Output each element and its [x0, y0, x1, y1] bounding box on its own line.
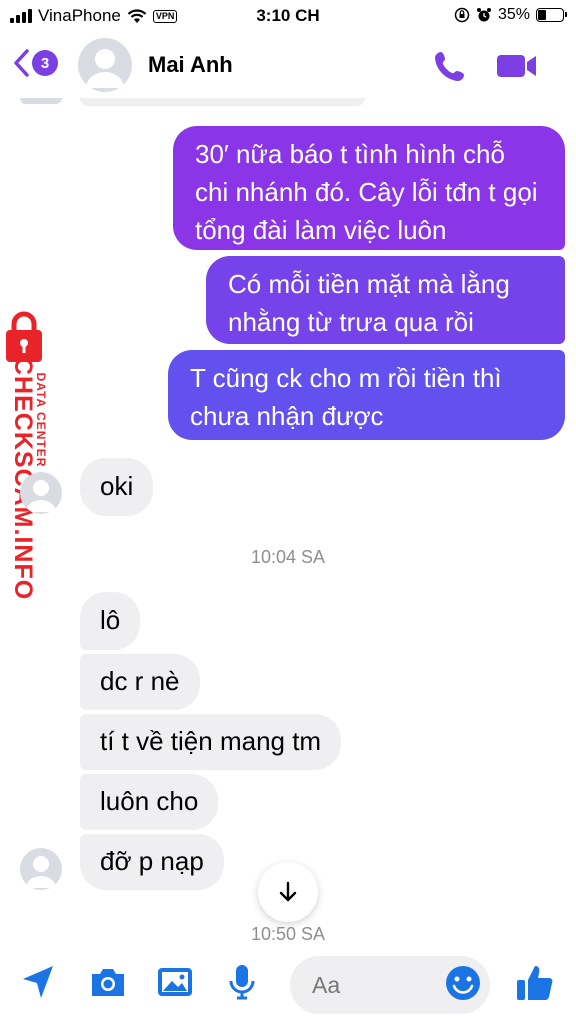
battery-icon — [536, 8, 567, 22]
received-message[interactable]: lô — [80, 592, 141, 650]
sent-message[interactable]: 30′ nữa báo t tình hình chỗ chi nhánh đó… — [173, 126, 565, 250]
status-bar: VinaPhone VPN 3:10 CH 35% — [0, 0, 576, 34]
orientation-lock-icon — [454, 7, 470, 23]
battery-percent: 35% — [497, 6, 530, 23]
back-button[interactable]: 3 — [12, 48, 58, 78]
received-message[interactable]: đỡ p nạp — [80, 834, 224, 890]
contact-name[interactable]: Mai Anh — [148, 52, 233, 78]
unread-badge: 3 — [32, 50, 58, 76]
received-message[interactable]: tí t về tiện mang tm — [80, 714, 342, 770]
default-avatar-icon — [26, 856, 56, 888]
status-right: 35% — [454, 6, 567, 24]
chat-header: 3 Mai Anh — [0, 34, 576, 98]
camera-icon[interactable] — [88, 962, 128, 1002]
contact-avatar[interactable] — [78, 38, 132, 92]
default-avatar-icon — [26, 480, 56, 512]
received-message[interactable]: oki — [80, 458, 154, 516]
thumbs-up-icon[interactable] — [514, 962, 556, 1004]
microphone-icon[interactable] — [226, 962, 258, 1002]
scroll-to-bottom-button[interactable] — [258, 862, 318, 922]
emoji-icon[interactable] — [444, 964, 482, 1002]
received-message[interactable]: dc r nè — [80, 654, 200, 710]
gallery-icon[interactable] — [156, 962, 194, 1002]
contact-avatar-small[interactable] — [20, 472, 62, 514]
arrow-down-icon — [279, 881, 297, 902]
default-avatar-icon — [86, 49, 124, 88]
partial-avatar-top — [20, 98, 62, 104]
sent-message[interactable]: Có mỗi tiền mặt mà lằng nhằng từ trưa qu… — [206, 256, 565, 344]
watermark-subtitle: DATA CENTER — [34, 372, 48, 468]
alarm-icon — [476, 8, 491, 22]
partial-message-top — [80, 98, 365, 106]
timestamp: 10:50 SA — [250, 924, 326, 944]
contact-avatar-small[interactable] — [20, 848, 62, 890]
received-message[interactable]: luôn cho — [80, 774, 219, 830]
video-call-icon[interactable] — [496, 48, 538, 84]
phone-call-icon[interactable] — [432, 48, 468, 84]
location-send-icon[interactable] — [20, 962, 56, 1002]
timestamp: 10:04 SA — [250, 547, 326, 567]
chevron-left-icon — [14, 49, 29, 77]
message-composer: Aa — [0, 944, 576, 1024]
sent-message[interactable]: T cũng ck cho m rồi tiền thì chưa nhận đ… — [168, 350, 565, 440]
